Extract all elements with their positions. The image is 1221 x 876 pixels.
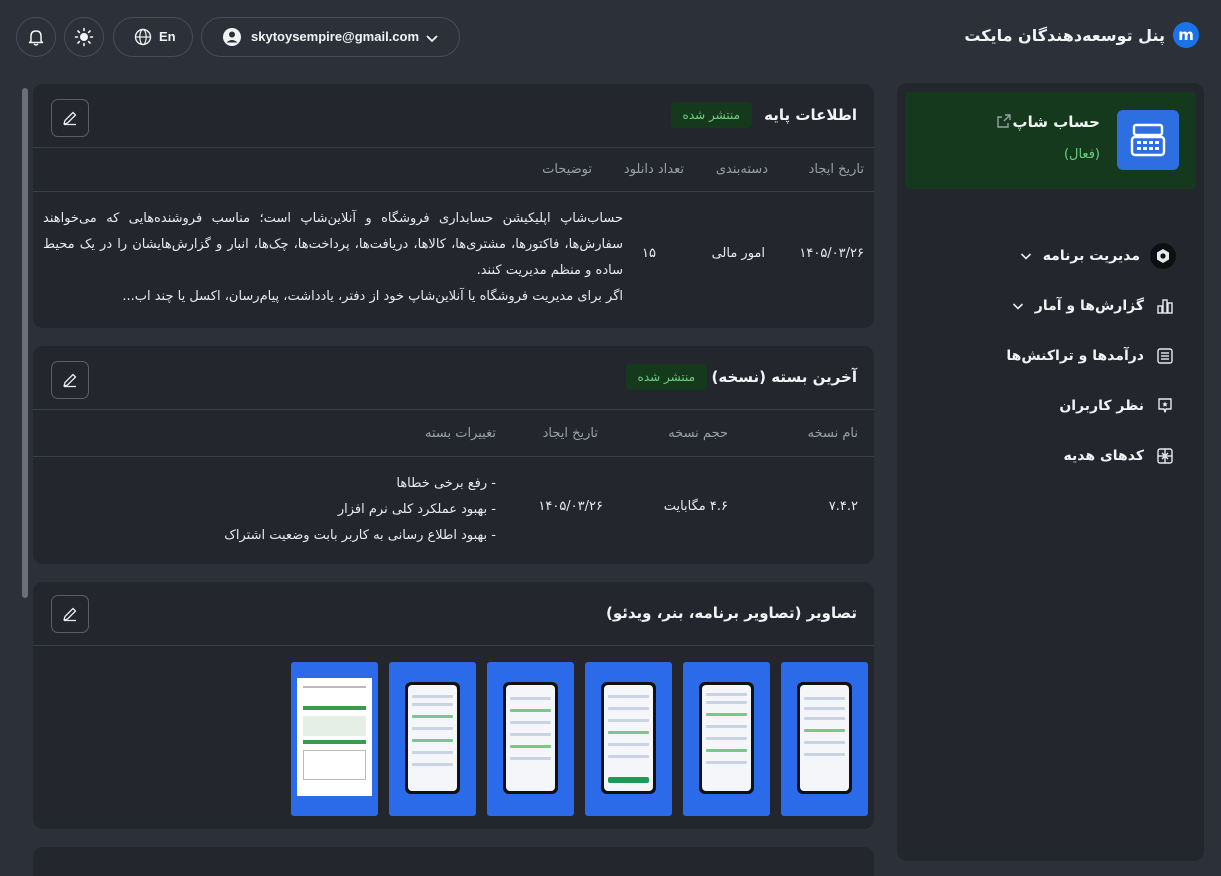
sidebar-item-gift-codes[interactable]: کدهای هدیه <box>916 431 1176 481</box>
package-changes: - رفع برخی خطاها - بهبود عملکرد کلی نرم … <box>224 471 496 549</box>
screenshot-thumbnail[interactable] <box>487 662 574 816</box>
language-button[interactable]: En <box>113 17 193 57</box>
external-link-icon[interactable] <box>996 113 1012 129</box>
card-title: آخرین بسته (نسخه) <box>711 368 858 386</box>
chevron-down-icon <box>1020 253 1031 260</box>
card-title: اطلاعات پایه <box>764 106 857 124</box>
sidebar-nav: مدیریت برنامه گزارش‌ها و آمار درآمدها و … <box>916 231 1176 481</box>
screenshot-thumbnail[interactable] <box>781 662 868 816</box>
selected-app-card[interactable]: حساب شاپ (فعال) <box>905 92 1196 189</box>
sidebar-item-label: نظر کاربران <box>1059 398 1144 414</box>
chevron-down-icon <box>1012 303 1023 310</box>
brand-title: پنل توسعه‌دهندگان مایکت <box>964 25 1165 45</box>
column-header: تعداد دانلود <box>623 162 684 177</box>
notifications-button[interactable] <box>16 17 56 57</box>
created-date: ۱۴۰۵/۰۳/۲۶ <box>799 246 864 261</box>
sidebar-item-revenue[interactable]: درآمدها و تراکنش‌ها <box>916 331 1176 381</box>
screenshot-gallery <box>291 662 868 816</box>
screenshot-thumbnail[interactable] <box>585 662 672 816</box>
pencil-icon <box>63 111 77 126</box>
basic-info-card: اطلاعات پایه منتشر شده تاریخ ایجاد دسته‌… <box>33 84 874 328</box>
chevron-down-icon <box>426 35 438 43</box>
globe-icon <box>134 28 152 46</box>
category: امور مالی <box>711 246 765 261</box>
column-header: تاریخ ایجاد <box>808 162 864 177</box>
register-icon <box>1130 123 1166 157</box>
description-text-2: اگر برای مدیریت فروشگاه یا آنلاین‌شاپ خو… <box>122 289 623 304</box>
pencil-icon <box>63 373 77 388</box>
top-bar: m پنل توسعه‌دهندگان مایکت skytoysempire@… <box>0 0 1221 74</box>
phone-mockup-image <box>503 682 558 794</box>
screenshot-thumbnail[interactable] <box>683 662 770 816</box>
change-item: - رفع برخی خطاها <box>396 476 496 491</box>
user-icon <box>223 28 241 46</box>
table-header: تاریخ ایجاد دسته‌بندی تعداد دانلود توضیح… <box>33 148 874 192</box>
edit-button[interactable] <box>51 99 89 137</box>
description: حساب‌شاپ اپلیکیشن حسابداری فروشگاه و آنل… <box>43 206 623 311</box>
latest-package-card: آخرین بسته (نسخه) منتشر شده نام نسخه حجم… <box>33 346 874 564</box>
app-name: حساب شاپ <box>1012 113 1100 131</box>
version-name: ۷.۴.۲ <box>828 499 858 514</box>
edit-button[interactable] <box>51 595 89 633</box>
screenshot-thumbnail[interactable] <box>291 662 378 816</box>
table-row: ۷.۴.۲ ۴.۶ مگابایت ۱۴۰۵/۰۳/۲۶ - رفع برخی … <box>33 457 874 562</box>
gift-icon <box>1154 445 1176 467</box>
version-size: ۴.۶ مگابایت <box>663 499 728 514</box>
sidebar-item-reviews[interactable]: نظر کاربران <box>916 381 1176 431</box>
app-icon <box>1117 110 1179 170</box>
next-card <box>33 847 874 876</box>
table-header: نام نسخه حجم نسخه تاریخ ایجاد تغییرات بس… <box>33 410 874 457</box>
language-label: En <box>159 29 176 44</box>
column-header: دسته‌بندی <box>715 162 768 177</box>
brand[interactable]: m پنل توسعه‌دهندگان مایکت <box>964 22 1199 48</box>
app-status: (فعال) <box>1063 147 1100 162</box>
brand-logo: m <box>1173 22 1199 48</box>
edit-button[interactable] <box>51 361 89 399</box>
images-card: تصاویر (تصاویر برنامه، بنر، ویدئو) <box>33 582 874 829</box>
card-header: تصاویر (تصاویر برنامه، بنر، ویدئو) <box>33 582 874 646</box>
phone-mockup-image <box>601 682 656 794</box>
account-menu-button[interactable]: skytoysempire@gmail.com <box>201 17 460 57</box>
created-date: ۱۴۰۵/۰۳/۲۶ <box>538 499 603 514</box>
sun-icon <box>74 27 94 47</box>
status-badge: منتشر شده <box>670 102 752 128</box>
sidebar-item-app-management[interactable]: مدیریت برنامه <box>916 231 1176 281</box>
pencil-icon <box>63 607 77 622</box>
bell-icon <box>28 30 44 46</box>
gear-icon <box>1150 243 1176 269</box>
theme-toggle-button[interactable] <box>64 17 104 57</box>
download-count: ۱۵ <box>642 246 656 261</box>
sidebar-item-reports[interactable]: گزارش‌ها و آمار <box>916 281 1176 331</box>
column-header: تاریخ ایجاد <box>542 426 598 441</box>
list-icon <box>1154 345 1176 367</box>
column-header: توضیحات <box>542 162 592 177</box>
sidebar-item-label: درآمدها و تراکنش‌ها <box>1006 348 1144 364</box>
sidebar: حساب شاپ (فعال) مدیریت برنامه گزارش‌ها و… <box>897 83 1204 861</box>
account-email: skytoysempire@gmail.com <box>251 29 420 44</box>
sidebar-item-label: مدیریت برنامه <box>1042 248 1140 264</box>
status-badge: منتشر شده <box>625 364 707 390</box>
change-item: - بهبود اطلاع رسانی به کاربر بابت وضعیت … <box>224 528 496 543</box>
sidebar-item-label: گزارش‌ها و آمار <box>1034 298 1144 314</box>
star-comment-icon <box>1154 395 1176 417</box>
phone-mockup-image <box>797 682 852 794</box>
column-header: تغییرات بسته <box>425 426 496 441</box>
screenshot-thumbnail[interactable] <box>389 662 476 816</box>
column-header: حجم نسخه <box>668 426 728 441</box>
description-text: حساب‌شاپ اپلیکیشن حسابداری فروشگاه و آنل… <box>43 211 623 278</box>
table-row: ۱۴۰۵/۰۳/۲۶ امور مالی ۱۵ حساب‌شاپ اپلیکیش… <box>33 192 874 327</box>
card-header: اطلاعات پایه منتشر شده <box>33 84 874 148</box>
bar-chart-icon <box>1154 295 1176 317</box>
phone-mockup-image <box>405 682 460 794</box>
card-header: آخرین بسته (نسخه) منتشر شده <box>33 346 874 410</box>
card-title: تصاویر (تصاویر برنامه، بنر، ویدئو) <box>605 604 857 622</box>
column-header: نام نسخه <box>807 426 858 441</box>
phone-mockup-image <box>699 682 754 794</box>
change-item: - بهبود عملکرد کلی نرم افزار <box>337 502 496 517</box>
scrollbar-thumb[interactable] <box>22 88 28 598</box>
invoice-preview-image <box>297 678 372 796</box>
sidebar-item-label: کدهای هدیه <box>1063 448 1144 464</box>
